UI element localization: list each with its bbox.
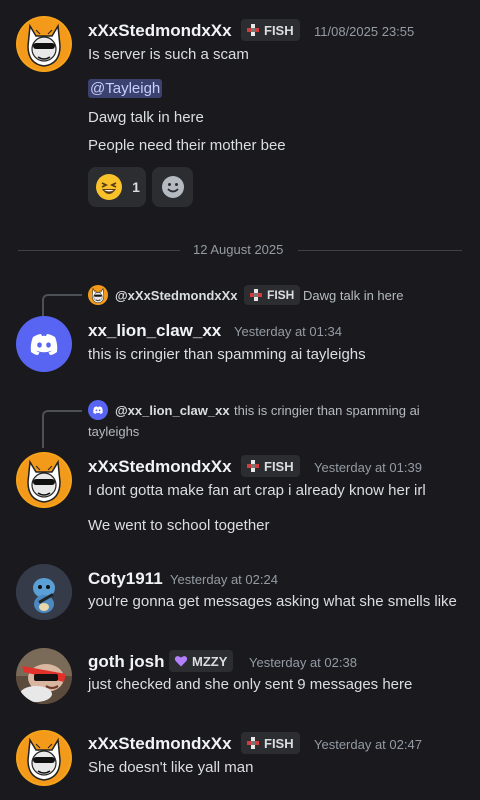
add-reaction-button[interactable] bbox=[152, 167, 193, 207]
message-text: just checked and she only sent 9 message… bbox=[88, 676, 413, 693]
timestamp[interactable]: 11/08/2025 23:55 bbox=[314, 24, 414, 39]
avatar-goth-josh[interactable] bbox=[16, 648, 72, 704]
timestamp[interactable]: Yesterday at 01:39 bbox=[314, 460, 422, 475]
message-text: People need their mother bee bbox=[88, 137, 286, 154]
laughing-emoji-icon bbox=[96, 174, 123, 200]
message-text: She doesn't like yall man bbox=[88, 759, 254, 776]
fish-tag-icon bbox=[249, 288, 263, 302]
role-tag-label: FISH bbox=[267, 288, 295, 302]
message-text: Dawg talk in here bbox=[88, 109, 204, 126]
role-tag-fish[interactable]: FISH bbox=[244, 285, 301, 305]
message-text: this is cringier than spamming ai taylei… bbox=[88, 346, 366, 363]
fish-tag-icon bbox=[246, 736, 260, 750]
avatar-image bbox=[16, 564, 72, 620]
role-tag-label: FISH bbox=[264, 735, 294, 751]
role-tag-mzzy[interactable]: MZZY bbox=[169, 650, 234, 672]
reply-text[interactable]: this is cringier than spamming ai bbox=[234, 403, 420, 418]
reply-avatar bbox=[88, 285, 108, 305]
date-divider-line bbox=[18, 250, 180, 251]
author-name[interactable]: xXxStedmondxXx bbox=[88, 734, 232, 754]
author-name[interactable]: xx_lion_claw_xx bbox=[88, 321, 221, 341]
message-text: Is server is such a scam bbox=[88, 46, 249, 63]
avatar-image bbox=[16, 16, 72, 72]
role-tag-fish[interactable]: FISH bbox=[241, 455, 300, 477]
date-divider-label: 12 August 2025 bbox=[193, 242, 284, 257]
reaction-count: 1 bbox=[132, 179, 140, 195]
fish-tag-icon bbox=[246, 23, 260, 37]
author-name[interactable]: xXxStedmondxXx bbox=[88, 21, 232, 41]
timestamp[interactable]: Yesterday at 02:38 bbox=[249, 655, 357, 670]
role-tag-label: MZZY bbox=[192, 653, 228, 669]
avatar-xxxstedmondxxx[interactable] bbox=[16, 730, 72, 786]
timestamp[interactable]: Yesterday at 02:47 bbox=[314, 737, 422, 752]
message-text: I dont gotta make fan art crap i already… bbox=[88, 482, 426, 499]
author-name[interactable]: xXxStedmondxXx bbox=[88, 457, 232, 477]
date-divider-line bbox=[298, 250, 462, 251]
avatar-xxxstedmondxxx[interactable] bbox=[16, 16, 72, 72]
discord-logo-icon bbox=[16, 316, 72, 372]
reply-avatar bbox=[88, 400, 108, 420]
user-mention[interactable]: @Tayleigh bbox=[88, 79, 163, 98]
author-name[interactable]: goth josh bbox=[88, 652, 164, 672]
message-text: We went to school together bbox=[88, 517, 270, 534]
purple-heart-icon bbox=[174, 656, 188, 667]
avatar-image bbox=[16, 730, 72, 786]
role-tag-fish[interactable]: FISH bbox=[241, 732, 300, 754]
smiley-icon bbox=[161, 176, 184, 198]
author-name[interactable]: Coty1911 bbox=[88, 569, 163, 589]
timestamp[interactable]: Yesterday at 02:24 bbox=[170, 572, 278, 587]
avatar-coty1911[interactable] bbox=[16, 564, 72, 620]
avatar-image bbox=[16, 452, 72, 508]
role-tag-label: FISH bbox=[264, 22, 294, 38]
role-tag-label: FISH bbox=[264, 458, 294, 474]
reply-author[interactable]: @xXxStedmondxXx bbox=[115, 288, 238, 303]
role-tag-fish[interactable]: FISH bbox=[241, 19, 300, 41]
mention-line: @Tayleigh bbox=[88, 79, 163, 98]
reply-connector bbox=[42, 410, 82, 448]
message-text: you're gonna get messages asking what sh… bbox=[88, 593, 457, 610]
avatar-image bbox=[16, 648, 72, 704]
reply-text-continued[interactable]: tayleighs bbox=[88, 424, 139, 439]
avatar-xxxstedmondxxx[interactable] bbox=[16, 452, 72, 508]
fish-tag-icon bbox=[246, 459, 260, 473]
timestamp[interactable]: Yesterday at 01:34 bbox=[234, 324, 342, 339]
reaction-laughing[interactable]: 1 bbox=[88, 167, 146, 207]
reply-text[interactable]: Dawg talk in here bbox=[303, 288, 403, 303]
avatar-xx-lion-claw-xx[interactable] bbox=[16, 316, 72, 372]
reply-connector bbox=[42, 294, 82, 316]
reply-author[interactable]: @xx_lion_claw_xx bbox=[115, 403, 230, 418]
